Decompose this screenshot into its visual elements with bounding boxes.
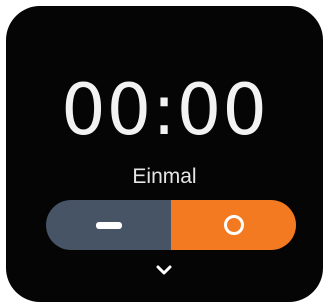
start-button[interactable] xyxy=(171,200,296,250)
timer-control-pill xyxy=(46,200,296,250)
watch-frame: 00:00 Einmal xyxy=(0,0,329,306)
minus-button[interactable] xyxy=(46,200,171,250)
watch-screen: 00:00 Einmal xyxy=(6,6,323,302)
repeat-mode-label[interactable]: Einmal xyxy=(6,164,323,190)
ring-icon xyxy=(223,215,244,235)
minus-icon xyxy=(95,221,122,229)
timer-display: 00:00 xyxy=(61,69,268,151)
chevron-down-icon[interactable] xyxy=(156,262,172,278)
